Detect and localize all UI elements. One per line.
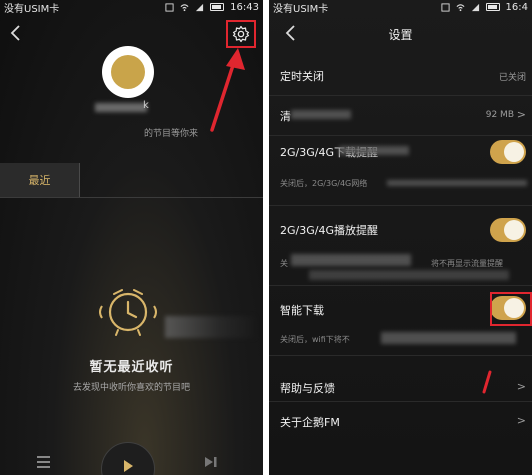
- status-bar: 没有USIM卡 16:43: [0, 0, 263, 15]
- carrier-text: 没有USIM卡: [4, 3, 60, 15]
- right-phone-screen: 没有USIM卡 16:4 设置 定时关闭 已关闭 清 92 MB > 2G/3G…: [269, 0, 532, 475]
- setting-description-suffix: 将不再显示流量提醒: [431, 259, 503, 268]
- menu-icon[interactable]: [37, 456, 50, 468]
- gear-icon: [232, 25, 250, 43]
- left-phone-screen: 没有USIM卡 16:43 k 的节目等你来 最近 暂无最近收听 去发现中收听你…: [0, 0, 263, 475]
- avatar-image: [111, 55, 145, 89]
- next-icon[interactable]: [204, 456, 218, 468]
- back-button[interactable]: [8, 24, 22, 42]
- redaction: [309, 270, 509, 280]
- profile-subtitle: 的节目等你来: [144, 129, 199, 139]
- setting-value: 92 MB: [485, 110, 514, 120]
- empty-state-title: 暂无最近收听: [89, 360, 174, 375]
- annotation-highlight-box: [490, 292, 532, 326]
- battery-icon: [210, 3, 225, 11]
- setting-label: 清: [280, 110, 291, 123]
- redaction: [339, 146, 409, 155]
- download-alert-toggle[interactable]: [490, 140, 526, 164]
- settings-button[interactable]: [226, 20, 256, 48]
- setting-row-feedback[interactable]: 帮助与反馈 >: [269, 372, 532, 402]
- setting-description: 关闭后，wifi下将不: [280, 335, 350, 344]
- notification-icon: [440, 2, 450, 12]
- page-title: 设置: [388, 28, 413, 42]
- setting-row-cache[interactable]: 清 92 MB >: [269, 96, 532, 136]
- toggle-knob: [504, 142, 524, 162]
- setting-row-play-alert: 2G/3G/4G播放提醒 关 将不再显示流量提醒: [269, 206, 532, 286]
- alarm-clock-icon: [99, 289, 157, 336]
- setting-description: 关闭后，2G/3G/4G网络: [280, 179, 368, 188]
- avatar[interactable]: [102, 46, 154, 98]
- wifi-icon: [456, 3, 465, 11]
- clock-time: 16:4: [505, 1, 528, 13]
- chevron-right-icon: >: [516, 108, 526, 121]
- play-icon: [124, 460, 133, 472]
- status-bar: 没有USIM卡 16:4: [269, 0, 532, 15]
- player-bar: [0, 442, 263, 475]
- setting-row-about[interactable]: 关于企鹅FM >: [269, 406, 532, 438]
- carrier-text: 没有USIM卡: [273, 3, 329, 15]
- setting-row-timer[interactable]: 定时关闭 已关闭: [269, 56, 532, 96]
- back-icon: [10, 25, 20, 41]
- signal-icon: [196, 3, 204, 11]
- tab-recent-label: 最近: [28, 174, 51, 187]
- setting-label: 帮助与反馈: [280, 382, 335, 395]
- notification-icon: [165, 2, 174, 12]
- signal-icon: [471, 3, 479, 11]
- empty-state-hint: 去发现中收听你喜欢的节目吧: [72, 383, 190, 393]
- redaction: [381, 332, 516, 344]
- wifi-icon: [180, 3, 189, 11]
- setting-description-prefix: 关: [280, 259, 288, 268]
- toggle-knob: [504, 220, 524, 240]
- setting-label: 2G/3G/4G播放提醒: [280, 224, 378, 237]
- redaction: [387, 180, 527, 186]
- setting-value: 已关闭: [498, 73, 526, 83]
- chevron-right-icon: >: [516, 380, 526, 393]
- tab-recent[interactable]: 最近: [0, 163, 80, 197]
- nickname-redaction: [95, 103, 147, 112]
- setting-row-download-alert: 2G/3G/4G下载提醒 关闭后，2G/3G/4G网络: [269, 136, 532, 206]
- setting-label: 定时关闭: [280, 70, 324, 83]
- play-button[interactable]: [101, 442, 155, 475]
- play-alert-toggle[interactable]: [490, 218, 526, 242]
- nickname-fragment: k: [143, 100, 149, 111]
- redaction: [291, 254, 411, 266]
- setting-label: 关于企鹅FM: [280, 416, 340, 429]
- redaction: [291, 110, 351, 119]
- battery-icon: [485, 3, 500, 11]
- clock-time: 16:43: [230, 1, 259, 13]
- tab-divider: [0, 197, 263, 198]
- screen-glare: [165, 316, 255, 338]
- chevron-right-icon: >: [516, 414, 526, 427]
- setting-label: 智能下载: [280, 304, 324, 317]
